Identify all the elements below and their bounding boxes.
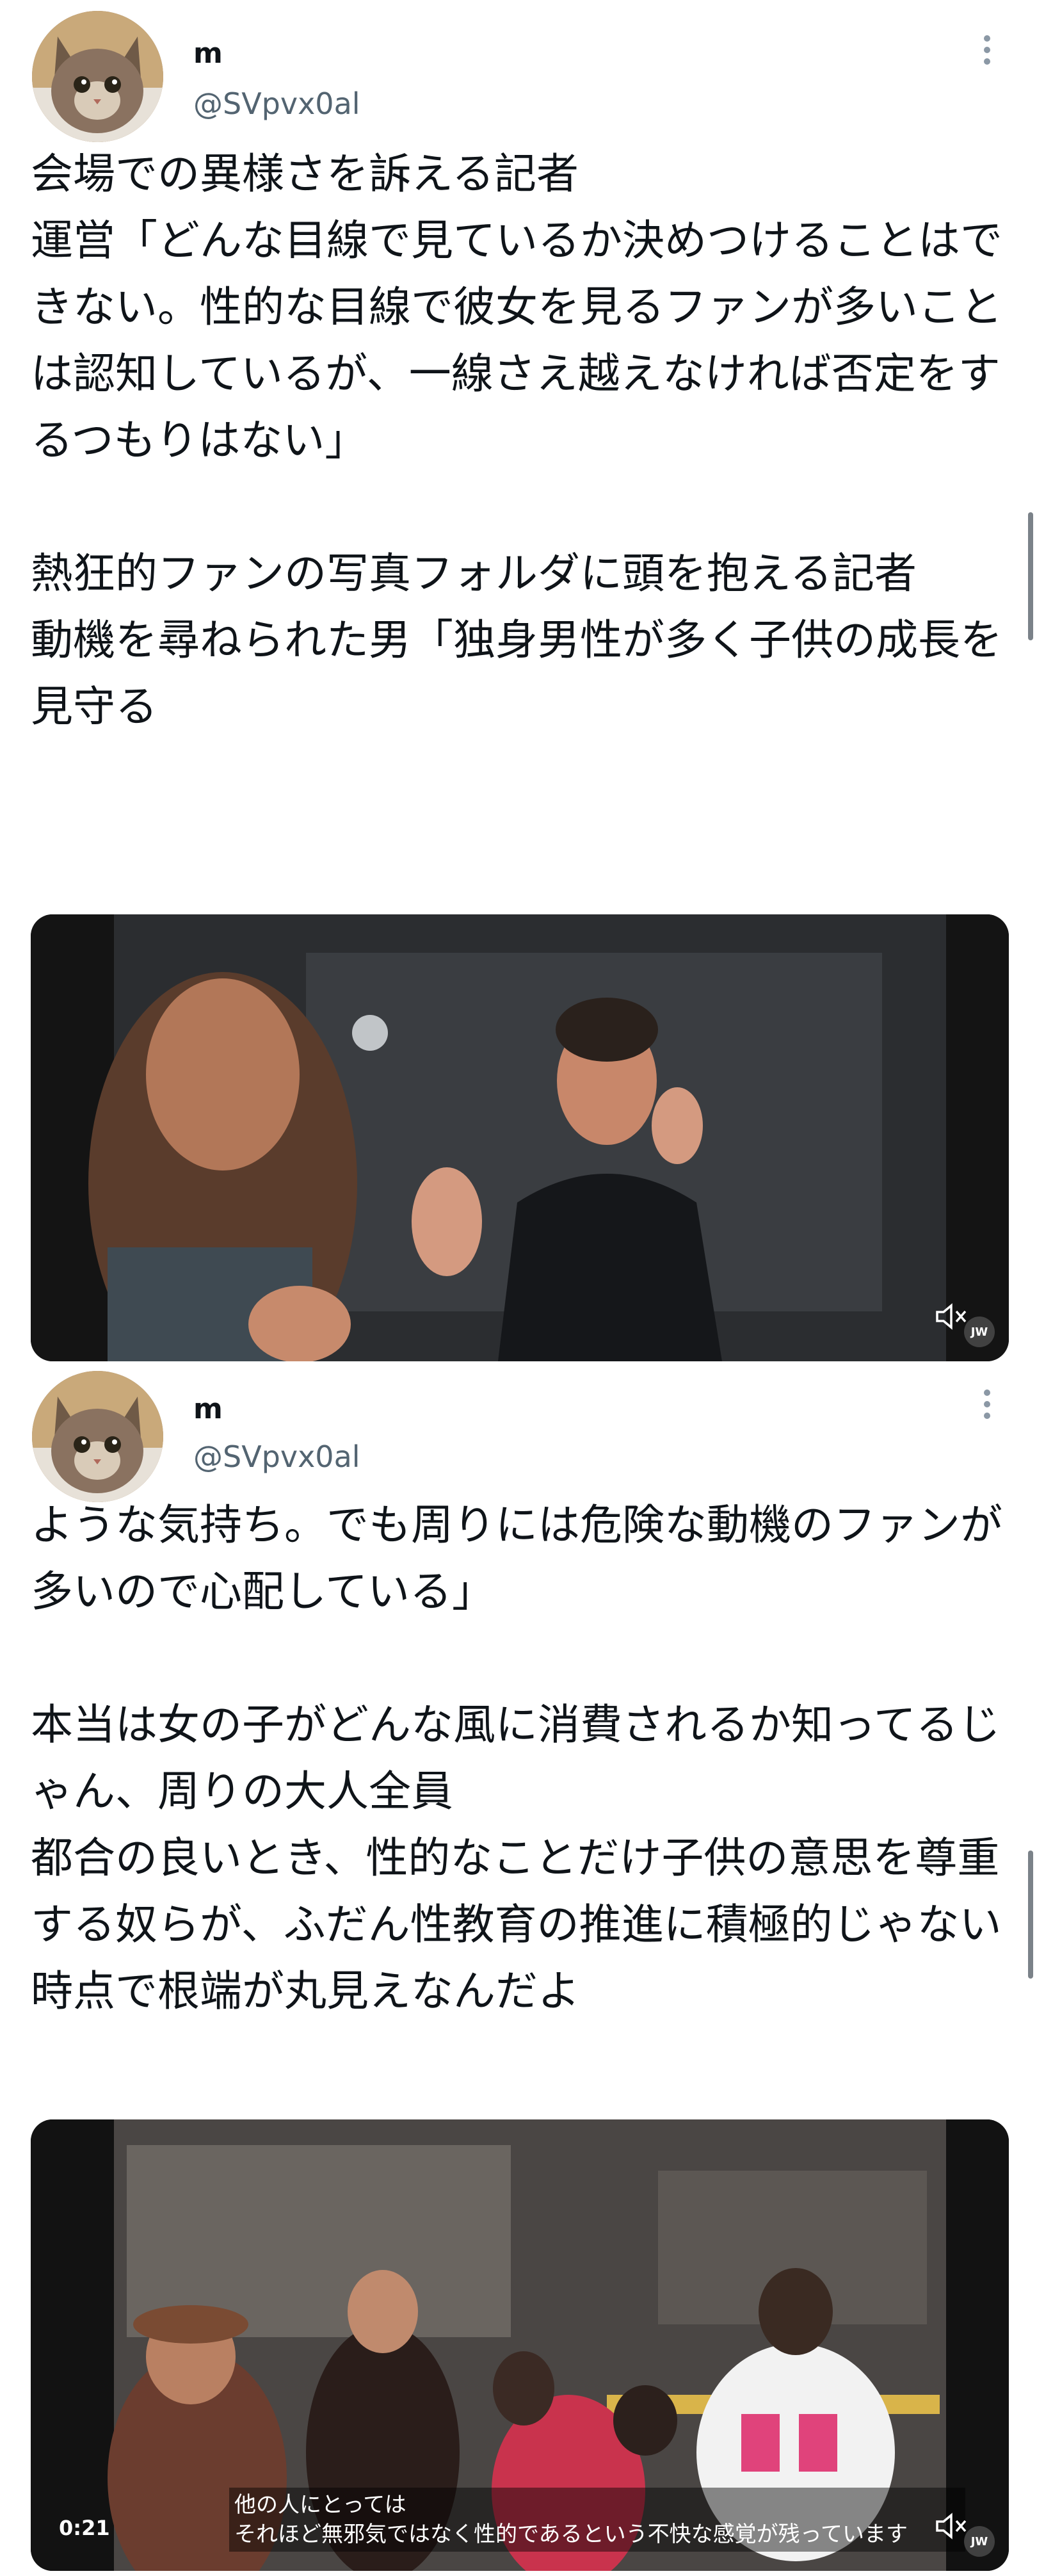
video-duration: 0:21 — [59, 2516, 110, 2540]
display-name[interactable]: m — [193, 1393, 223, 1425]
cat-avatar-image — [32, 11, 163, 142]
subtitle-line-1: 他の人にとっては — [234, 2492, 406, 2518]
tweet-1[interactable]: m @SVpvx0al 会場での異様さを訴える記者 運営「どんな目線で見ているか… — [0, 0, 1037, 1367]
subtitle-line-2: それほど無邪気ではなく性的であるという不快な感覚が残っています — [234, 2522, 908, 2547]
scrollbar-thumb-2[interactable] — [1028, 1851, 1033, 1979]
user-handle[interactable]: @SVpvx0al — [193, 1439, 360, 1474]
avatar[interactable] — [32, 11, 163, 142]
tweet-2[interactable]: m @SVpvx0al ような気持ち。でも周りには危険な動機のファンが多いので心… — [0, 1367, 1037, 2576]
user-handle[interactable]: @SVpvx0al — [193, 86, 360, 121]
avatar[interactable] — [32, 1371, 163, 1502]
jw-player-badge: JW — [964, 2526, 995, 2557]
more-options-icon[interactable] — [979, 1389, 995, 1419]
cat-avatar-image — [32, 1371, 163, 1502]
tweet-text: ような気持ち。でも周りには危険な動機のファンが多いので心配している」 本当は女の… — [31, 1500, 1002, 2016]
jw-player-badge: JW — [964, 1316, 995, 1347]
scrollbar-thumb[interactable] — [1028, 512, 1033, 640]
video-player[interactable]: 0:21 他の人にとっては それほど無邪気ではなく性的であるという不快な感覚が残… — [31, 2119, 1009, 2571]
video-frame — [31, 914, 1009, 1361]
video-player[interactable]: JW — [31, 914, 1009, 1361]
tweet-text: 会場での異様さを訴える記者 運営「どんな目線で見ているか決めつけることはできない… — [31, 149, 1002, 731]
video-subtitle: 他の人にとっては それほど無邪気ではなく性的であるという不快な感覚が残っています — [229, 2488, 965, 2552]
more-options-icon[interactable] — [979, 35, 995, 65]
display-name[interactable]: m — [193, 37, 223, 70]
